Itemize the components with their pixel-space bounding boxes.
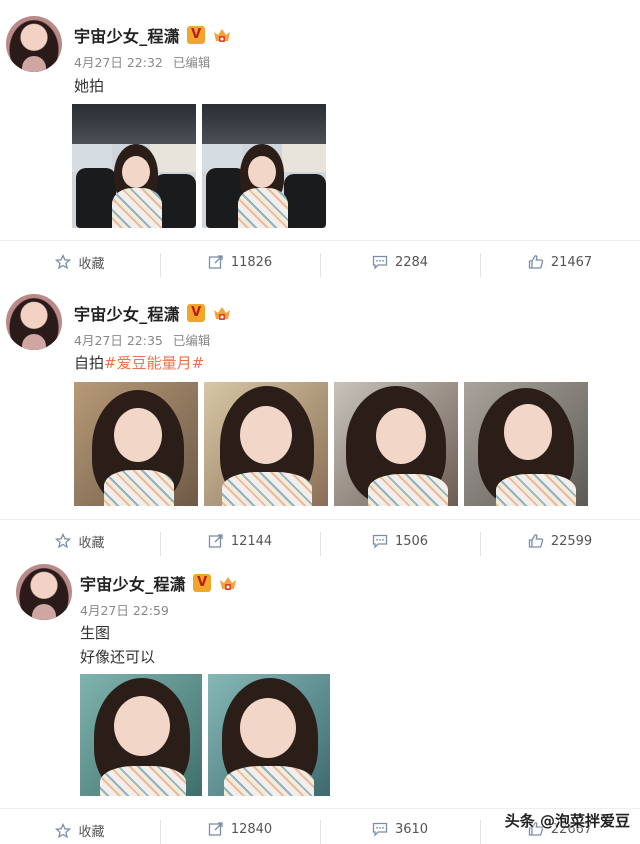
post-image[interactable] [80, 674, 202, 796]
comment-icon [372, 255, 388, 270]
star-icon [55, 822, 72, 838]
star-icon [55, 533, 72, 549]
post-text: 她拍 [74, 77, 105, 95]
share-icon [208, 255, 223, 269]
post-time[interactable]: 4月27日 22:35 [74, 333, 163, 348]
favorite-button[interactable]: 收藏 [0, 532, 160, 551]
post-text: 自拍 [74, 354, 105, 372]
action-bar: 收藏 12144 1506 22599 [0, 519, 640, 562]
comment-icon [372, 534, 388, 549]
like-button[interactable]: 21467 [480, 253, 640, 277]
comment-count: 2284 [394, 254, 429, 270]
verified-badge: V [187, 26, 206, 44]
crown-badge-icon [212, 26, 232, 44]
comment-button[interactable]: 1506 [320, 532, 480, 556]
action-bar: 收藏 11826 2284 21467 [0, 240, 640, 283]
post-text: 生图 [80, 624, 111, 642]
post-time[interactable]: 4月27日 22:59 [80, 603, 169, 618]
post-image[interactable] [204, 382, 328, 506]
post-image[interactable] [334, 382, 458, 506]
post-image[interactable] [208, 674, 330, 796]
post-image[interactable] [202, 104, 326, 228]
post-image[interactable] [464, 382, 588, 506]
post-image[interactable] [72, 104, 196, 228]
like-count: 22599 [550, 533, 593, 549]
repost-button[interactable]: 11826 [160, 253, 320, 277]
post-text-line2: 好像还可以 [80, 648, 156, 666]
repost-count: 12144 [230, 533, 273, 549]
crown-badge-icon [212, 304, 232, 322]
verified-badge: V [193, 574, 212, 592]
repost-count: 12840 [230, 821, 273, 837]
avatar[interactable] [6, 16, 62, 72]
share-icon [208, 534, 223, 548]
favorite-label: 收藏 [78, 256, 105, 272]
repost-button[interactable]: 12144 [160, 532, 320, 556]
avatar[interactable] [16, 564, 72, 620]
edited-label[interactable]: 已编辑 [173, 333, 211, 348]
comment-button[interactable]: 2284 [320, 253, 480, 277]
comment-count: 3610 [394, 821, 429, 837]
like-button[interactable]: 22599 [480, 532, 640, 556]
watermark: 头条 @泡菜拌爱豆 [505, 810, 630, 831]
star-icon [55, 254, 72, 270]
thumbs-up-icon [528, 534, 544, 548]
verified-badge: V [187, 304, 206, 322]
favorite-button[interactable]: 收藏 [0, 821, 160, 840]
post-image[interactable] [74, 382, 198, 506]
user-name[interactable]: 宇宙少女_程潇 [74, 23, 180, 47]
avatar[interactable] [6, 294, 62, 350]
like-count: 21467 [550, 254, 593, 270]
thumbs-up-icon [528, 255, 544, 269]
crown-badge-icon [218, 574, 238, 592]
hashtag-link[interactable]: #爱豆能量月# [104, 354, 204, 372]
edited-label[interactable]: 已编辑 [173, 55, 211, 70]
post-time[interactable]: 4月27日 22:32 [74, 55, 163, 70]
repost-count: 11826 [230, 254, 273, 270]
user-name[interactable]: 宇宙少女_程潇 [74, 301, 180, 325]
user-name[interactable]: 宇宙少女_程潇 [80, 571, 186, 595]
favorite-label: 收藏 [78, 825, 105, 840]
favorite-label: 收藏 [78, 535, 105, 551]
watermark-text: 头条 @泡菜拌爱豆 [504, 812, 630, 830]
comment-count: 1506 [394, 533, 429, 549]
favorite-button[interactable]: 收藏 [0, 253, 160, 272]
